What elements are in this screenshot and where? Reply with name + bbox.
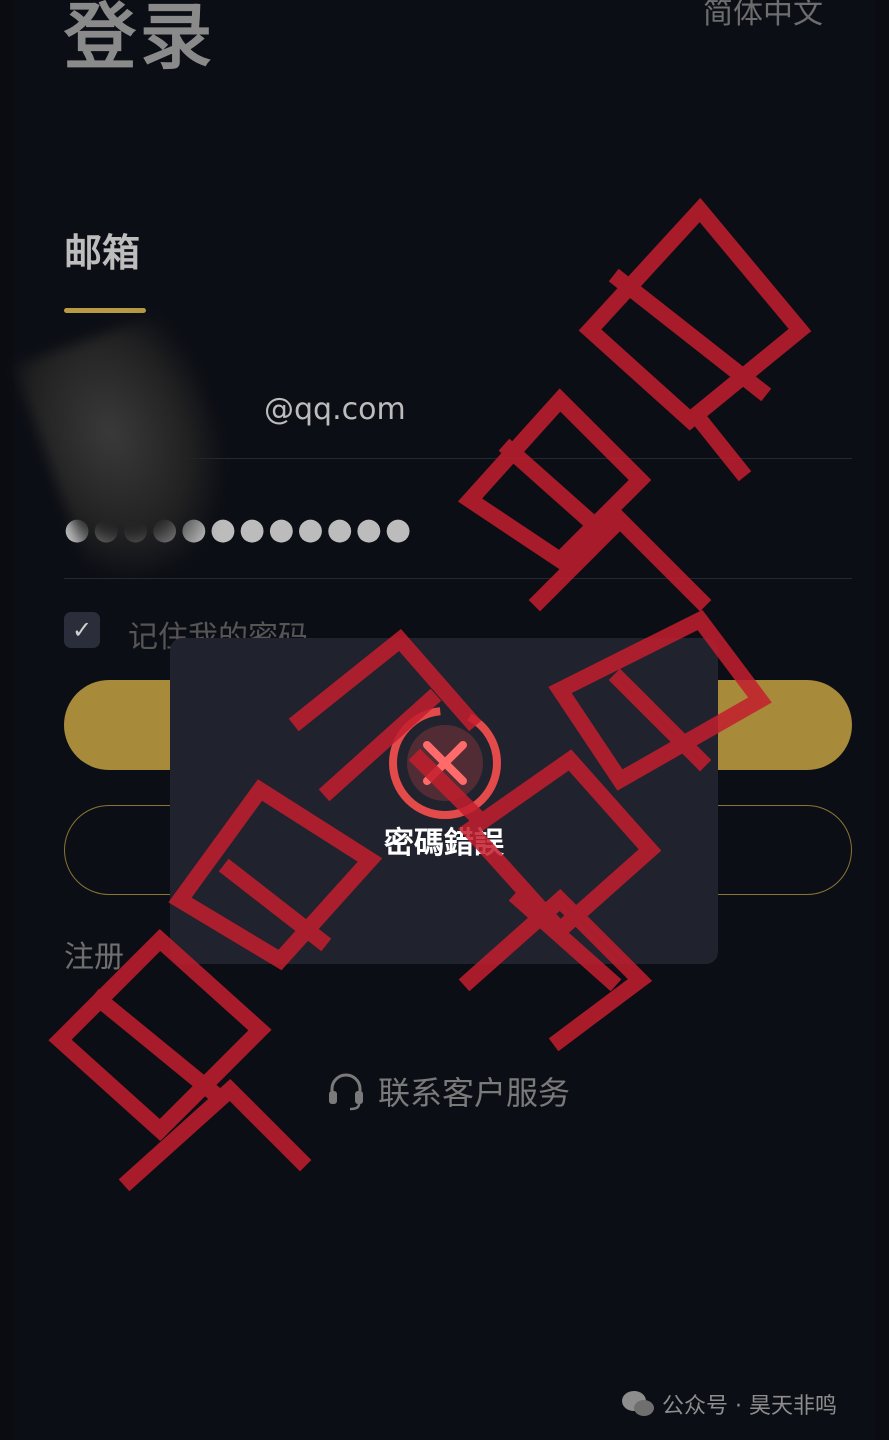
language-selector[interactable]: 简体中文 [703,0,823,32]
check-icon: ✓ [71,616,93,644]
error-circle-icon [389,707,501,819]
contact-support-link[interactable]: 联系客户服务 [324,1068,570,1114]
page-title: 登录 [64,0,217,79]
error-toast: 密碼錯誤 [170,638,718,964]
support-label: 联系客户服务 [378,1074,571,1112]
active-tab-indicator [64,308,146,313]
wechat-icon [622,1391,654,1416]
footer-text: 公众号 · 昊天非鸣 [662,1394,837,1419]
tab-email[interactable]: 邮箱 [64,222,140,277]
remember-checkbox[interactable]: ✓ [64,612,100,648]
register-link[interactable]: 注册 [64,932,124,976]
headset-icon [329,1073,363,1111]
email-value: @qq.com [264,392,406,427]
footer-attribution: 公众号 · 昊天非鸣 [620,1388,837,1420]
toast-message: 密碼錯誤 [384,826,504,861]
